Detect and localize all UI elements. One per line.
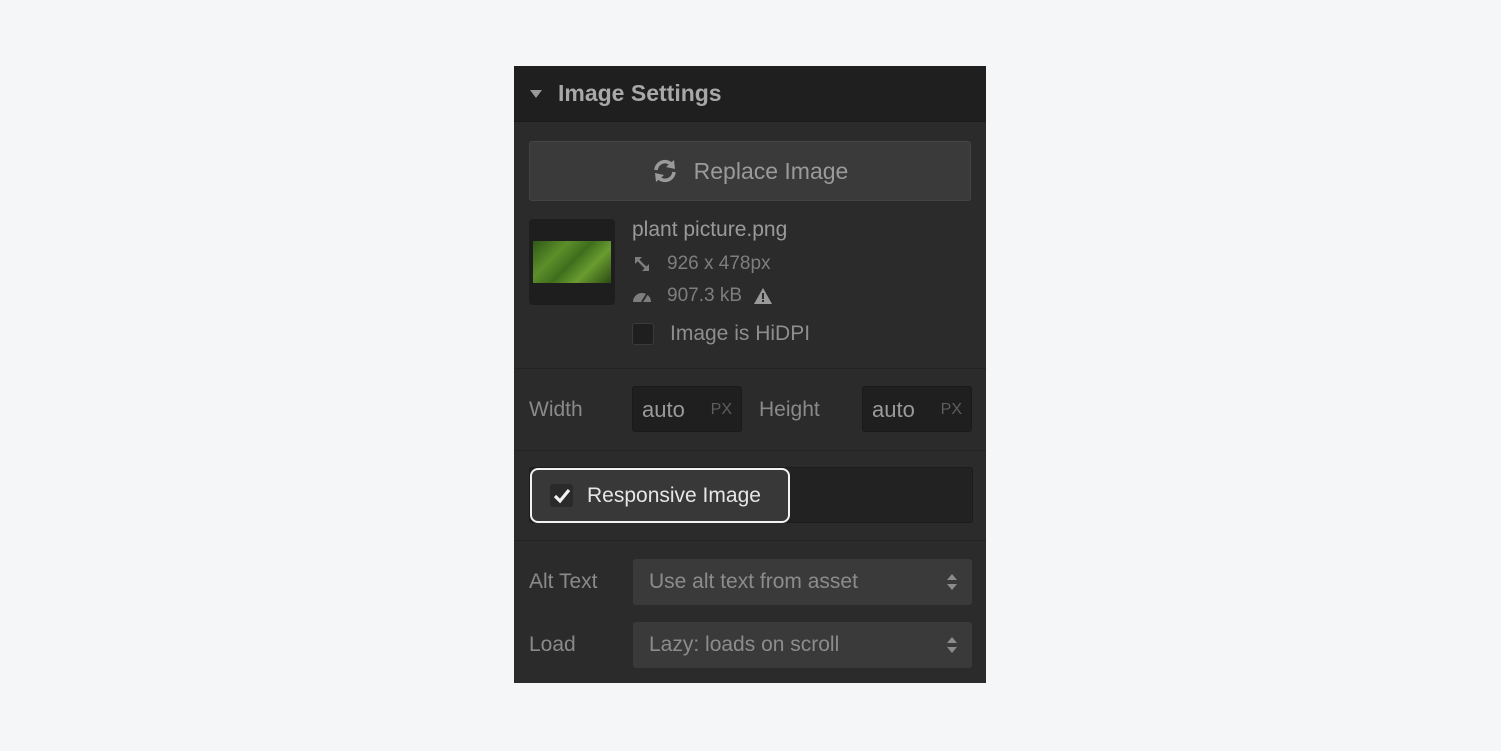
load-select[interactable]: Lazy: loads on scroll — [633, 622, 972, 668]
image-dimensions: 926 x 478px — [667, 253, 771, 274]
image-settings-panel: Image Settings Replace Image plant pictu… — [514, 66, 986, 683]
alt-text-select[interactable]: Use alt text from asset — [633, 559, 972, 605]
hidpi-label: Image is HiDPI — [670, 322, 811, 345]
width-label: Width — [529, 398, 583, 421]
file-name: plant picture.png — [632, 218, 788, 241]
alt-text-value: Use alt text from asset — [649, 570, 858, 593]
divider — [514, 368, 986, 369]
replace-image-label: Replace Image — [693, 157, 849, 184]
height-input[interactable]: auto PX — [862, 386, 972, 432]
select-arrows-icon — [947, 574, 957, 590]
width-value: auto — [642, 397, 685, 422]
fern-thumbnail-image — [533, 241, 611, 283]
width-input[interactable]: auto PX — [632, 386, 742, 432]
select-arrows-icon — [947, 637, 957, 653]
dimensions-row: 926 x 478px — [632, 253, 771, 275]
section-header[interactable]: Image Settings — [514, 66, 986, 122]
divider — [514, 450, 986, 451]
height-label: Height — [759, 398, 820, 421]
alt-text-label: Alt Text — [529, 570, 598, 593]
gauge-icon — [632, 289, 652, 303]
refresh-icon — [653, 159, 676, 183]
hidpi-option[interactable]: Image is HiDPI — [632, 322, 810, 346]
width-unit[interactable]: PX — [711, 401, 732, 419]
file-size: 907.3 kB — [667, 285, 742, 306]
filesize-row: 907.3 kB — [632, 285, 772, 307]
warning-icon[interactable] — [754, 288, 772, 304]
caret-down-icon[interactable] — [530, 89, 542, 98]
image-thumbnail[interactable] — [529, 219, 615, 305]
responsive-image-checkbox[interactable] — [550, 484, 573, 507]
responsive-image-toggle[interactable]: Responsive Image — [530, 468, 790, 523]
load-label: Load — [529, 633, 576, 656]
hidpi-checkbox[interactable] — [632, 323, 654, 345]
height-unit[interactable]: PX — [941, 401, 962, 419]
load-value: Lazy: loads on scroll — [649, 633, 840, 656]
replace-image-button[interactable]: Replace Image — [529, 141, 971, 201]
resize-arrow-icon — [632, 256, 652, 272]
checkmark-icon — [553, 488, 570, 503]
section-title: Image Settings — [558, 80, 722, 106]
divider — [514, 540, 986, 541]
height-value: auto — [872, 397, 915, 422]
responsive-image-label: Responsive Image — [587, 483, 761, 507]
